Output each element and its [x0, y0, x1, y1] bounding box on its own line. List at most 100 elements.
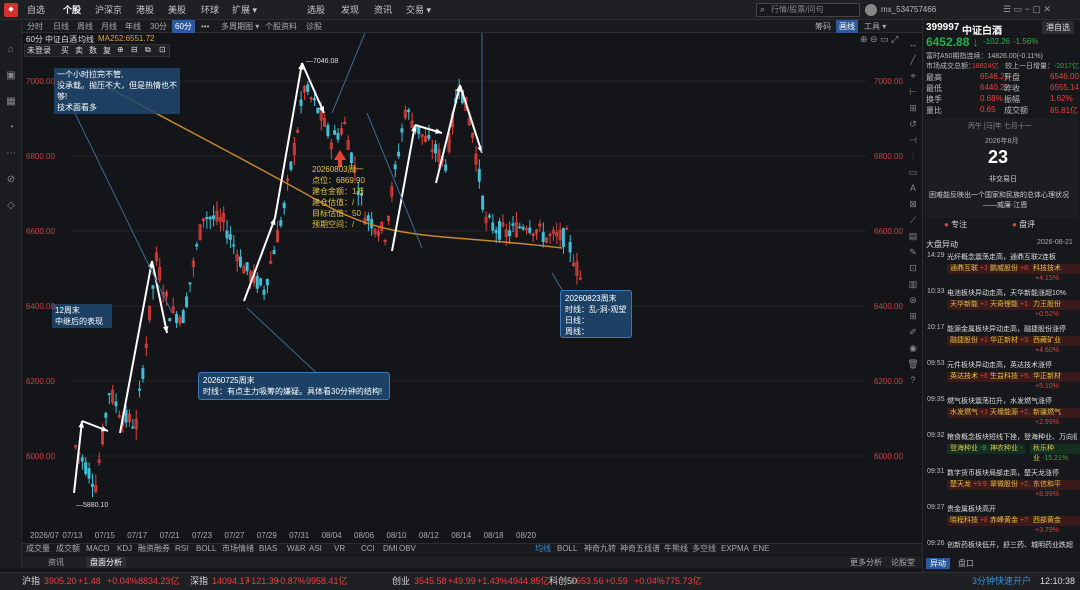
period-right-1[interactable]: 画线	[836, 20, 858, 33]
stock-tag[interactable]: 新疆燃气 +2.99%	[1030, 408, 1080, 426]
nav-5[interactable]: 环球	[194, 0, 226, 20]
trade-tool-4[interactable]: ⊕	[117, 45, 124, 54]
monitor-icon[interactable]: ▣	[3, 68, 19, 84]
diamond-icon[interactable]: ◇	[3, 198, 19, 214]
indicator-r-7[interactable]: ENE	[753, 543, 769, 555]
stock-tag[interactable]: 秋乐种业 -15.21%	[1030, 444, 1080, 462]
indicator-r-1[interactable]: BOLL	[557, 543, 577, 555]
indicator-r-2[interactable]: 神奇九转	[584, 543, 616, 555]
tab-order-book[interactable]: 盘口	[958, 558, 974, 569]
period-tab-3[interactable]: 月线	[98, 20, 120, 33]
indicator-2[interactable]: MACD	[86, 543, 110, 555]
indicator-12[interactable]: CCI	[361, 543, 375, 555]
indicator-6[interactable]: BOLL	[196, 543, 216, 555]
indicator-3[interactable]: KDJ	[117, 543, 132, 555]
stock-tag[interactable]: 神农种业 -	[987, 444, 1026, 454]
news-headline[interactable]: 光纤概念震荡走高，通鼎互联2连板	[947, 252, 1077, 262]
indicator-9[interactable]: W&R	[287, 543, 306, 555]
stock-tag[interactable]: 西部黄金 +3.79%	[1030, 516, 1080, 534]
comment-button[interactable]: ● 盘评	[1012, 219, 1035, 230]
login-status[interactable]: 未登录	[27, 45, 51, 56]
nav-2[interactable]: 沪深京	[88, 0, 129, 20]
link-icon[interactable]: ⊘	[3, 172, 19, 188]
indicator-5[interactable]: RSI	[175, 543, 188, 555]
period-tab-4[interactable]: 年线	[122, 20, 144, 33]
note-tl-line: 没承载。抛压不大，但是热情也不够!	[57, 81, 177, 101]
stock-tag[interactable]: 西藏矿业 +4.60%	[1030, 336, 1080, 354]
news-headline[interactable]: 创新药板块低开，舒三药、城明药业跌超	[947, 540, 1077, 550]
trade-tool-2[interactable]: 数	[89, 45, 97, 56]
window-controls[interactable]: ☰ ▭ − ▢ ✕	[1003, 4, 1051, 15]
period-tab-9[interactable]: 个股资料	[262, 20, 300, 33]
period-tab-8[interactable]: 多周期图 ▾	[218, 20, 262, 33]
period-tab-2[interactable]: 周线	[74, 20, 96, 33]
trade-tool-1[interactable]: 卖	[75, 45, 83, 56]
indicator-11[interactable]: VR	[334, 543, 345, 555]
news-headline[interactable]: 数字货币板块局部走高，楚天龙涨停	[947, 468, 1077, 478]
indicator-13[interactable]: DMI	[383, 543, 398, 555]
more-icon[interactable]: ⋯	[3, 146, 19, 162]
period-tab-10[interactable]: 诊股	[303, 20, 325, 33]
drawing-tools[interactable]: ↔ ╱ ⌖ ⊢ ⊞ ↺ ⊣ ⫶ ▭ A ⊠ ⟋ ▤ ✎ ⊡ ▥ ⊛ ⊞ ✐ ◉ 🗑?	[906, 36, 920, 385]
search-input[interactable]: 行情/股票/问句	[756, 3, 860, 17]
app-logo-icon[interactable]: ◆	[4, 3, 18, 17]
period-right-0[interactable]: 筹码	[812, 20, 834, 33]
nav-6[interactable]: 扩展 ▾	[225, 0, 264, 20]
more-analysis-link[interactable]: 更多分析	[850, 557, 882, 568]
period-tab-1[interactable]: 日线	[50, 20, 72, 33]
forum-link[interactable]: 论股堂	[891, 557, 915, 568]
grid-icon[interactable]: ▦	[3, 94, 19, 110]
indicator-7[interactable]: 市场情绪	[222, 543, 254, 555]
nav-4[interactable]: 美股	[161, 0, 193, 20]
nav-10[interactable]: 交易 ▾	[399, 0, 438, 20]
stock-tag[interactable]: 科技技术 +4.15%	[1030, 264, 1080, 282]
news-headline[interactable]: 粮食概念板块短线下挫，登海种业、万向德农跌	[947, 432, 1077, 442]
quick-open-account-link[interactable]: 3分钟快速开户	[972, 572, 1031, 590]
tab-news[interactable]: 资讯	[48, 557, 64, 568]
nav-8[interactable]: 发现	[334, 0, 366, 20]
tab-anomaly[interactable]: 异动	[926, 558, 950, 569]
username[interactable]: mx_534757466	[881, 0, 936, 20]
trade-tool-5[interactable]: ⊟	[131, 45, 138, 54]
indicator-4[interactable]: 融资融券	[138, 543, 170, 555]
indicator-0[interactable]: 成交量	[26, 543, 50, 555]
nav-7[interactable]: 选股	[300, 0, 332, 20]
period-tab-0[interactable]: 分时	[24, 20, 46, 33]
avatar[interactable]	[865, 4, 877, 16]
nav-1[interactable]: 个股	[56, 0, 88, 20]
add-watchlist-button[interactable]: 港自选	[1042, 21, 1074, 34]
indicator-r-5[interactable]: 多空线	[692, 543, 716, 555]
period-right-2[interactable]: 工具 ▾	[861, 20, 889, 33]
indicator-r-4[interactable]: 牛熊线	[664, 543, 688, 555]
stock-tag[interactable]: 东信和平 +8.99%	[1030, 480, 1080, 498]
tab-market-analysis[interactable]: 盘面分析	[86, 557, 126, 568]
news-headline[interactable]: 能源金属板块异动走高，融捷股份涨停	[947, 324, 1077, 334]
period-tab-5[interactable]: 30分	[147, 20, 170, 33]
news-headline[interactable]: 贵金属板块高开	[947, 504, 1077, 514]
indicator-r-0[interactable]: 均线	[535, 543, 551, 555]
gauge-icon[interactable]: ◔	[3, 120, 19, 136]
news-headline[interactable]: 燃气板块震荡拉升，水发燃气涨停	[947, 396, 1077, 406]
trade-tool-0[interactable]: 买	[61, 45, 69, 56]
period-tab-6[interactable]: 60分	[172, 20, 195, 33]
nav-9[interactable]: 资讯	[367, 0, 399, 20]
trade-tool-3[interactable]: 复	[103, 45, 111, 56]
stock-tag[interactable]: 力王股份 +0.52%	[1030, 300, 1080, 318]
news-headline[interactable]: 电池板块异动走高，天华新能涨超10%	[947, 288, 1077, 298]
nav-0[interactable]: 自选	[20, 0, 52, 20]
home-icon[interactable]: ⌂	[3, 42, 19, 58]
period-tab-7[interactable]: •••	[198, 20, 212, 33]
trade-tool-7[interactable]: ⊡	[159, 45, 166, 54]
news-headline[interactable]: 元件板块异动走高，英达技术涨停	[947, 360, 1077, 370]
indicator-10[interactable]: ASI	[309, 543, 322, 555]
indicator-14[interactable]: OBV	[399, 543, 416, 555]
indicator-8[interactable]: BIAS	[259, 543, 277, 555]
trade-tool-6[interactable]: ⧉	[145, 45, 151, 55]
indicator-r-6[interactable]: EXPMA	[721, 543, 749, 555]
nav-3[interactable]: 港股	[129, 0, 161, 20]
chart-window-tools[interactable]: ⊕ ⊖ ▭ ⤢	[860, 34, 898, 45]
stock-tag[interactable]: 华正新材 +5.10%	[1030, 372, 1080, 390]
focus-button[interactable]: ● 专注	[944, 219, 967, 230]
indicator-r-3[interactable]: 神奇五线谱	[620, 543, 660, 555]
indicator-1[interactable]: 成交额	[56, 543, 80, 555]
